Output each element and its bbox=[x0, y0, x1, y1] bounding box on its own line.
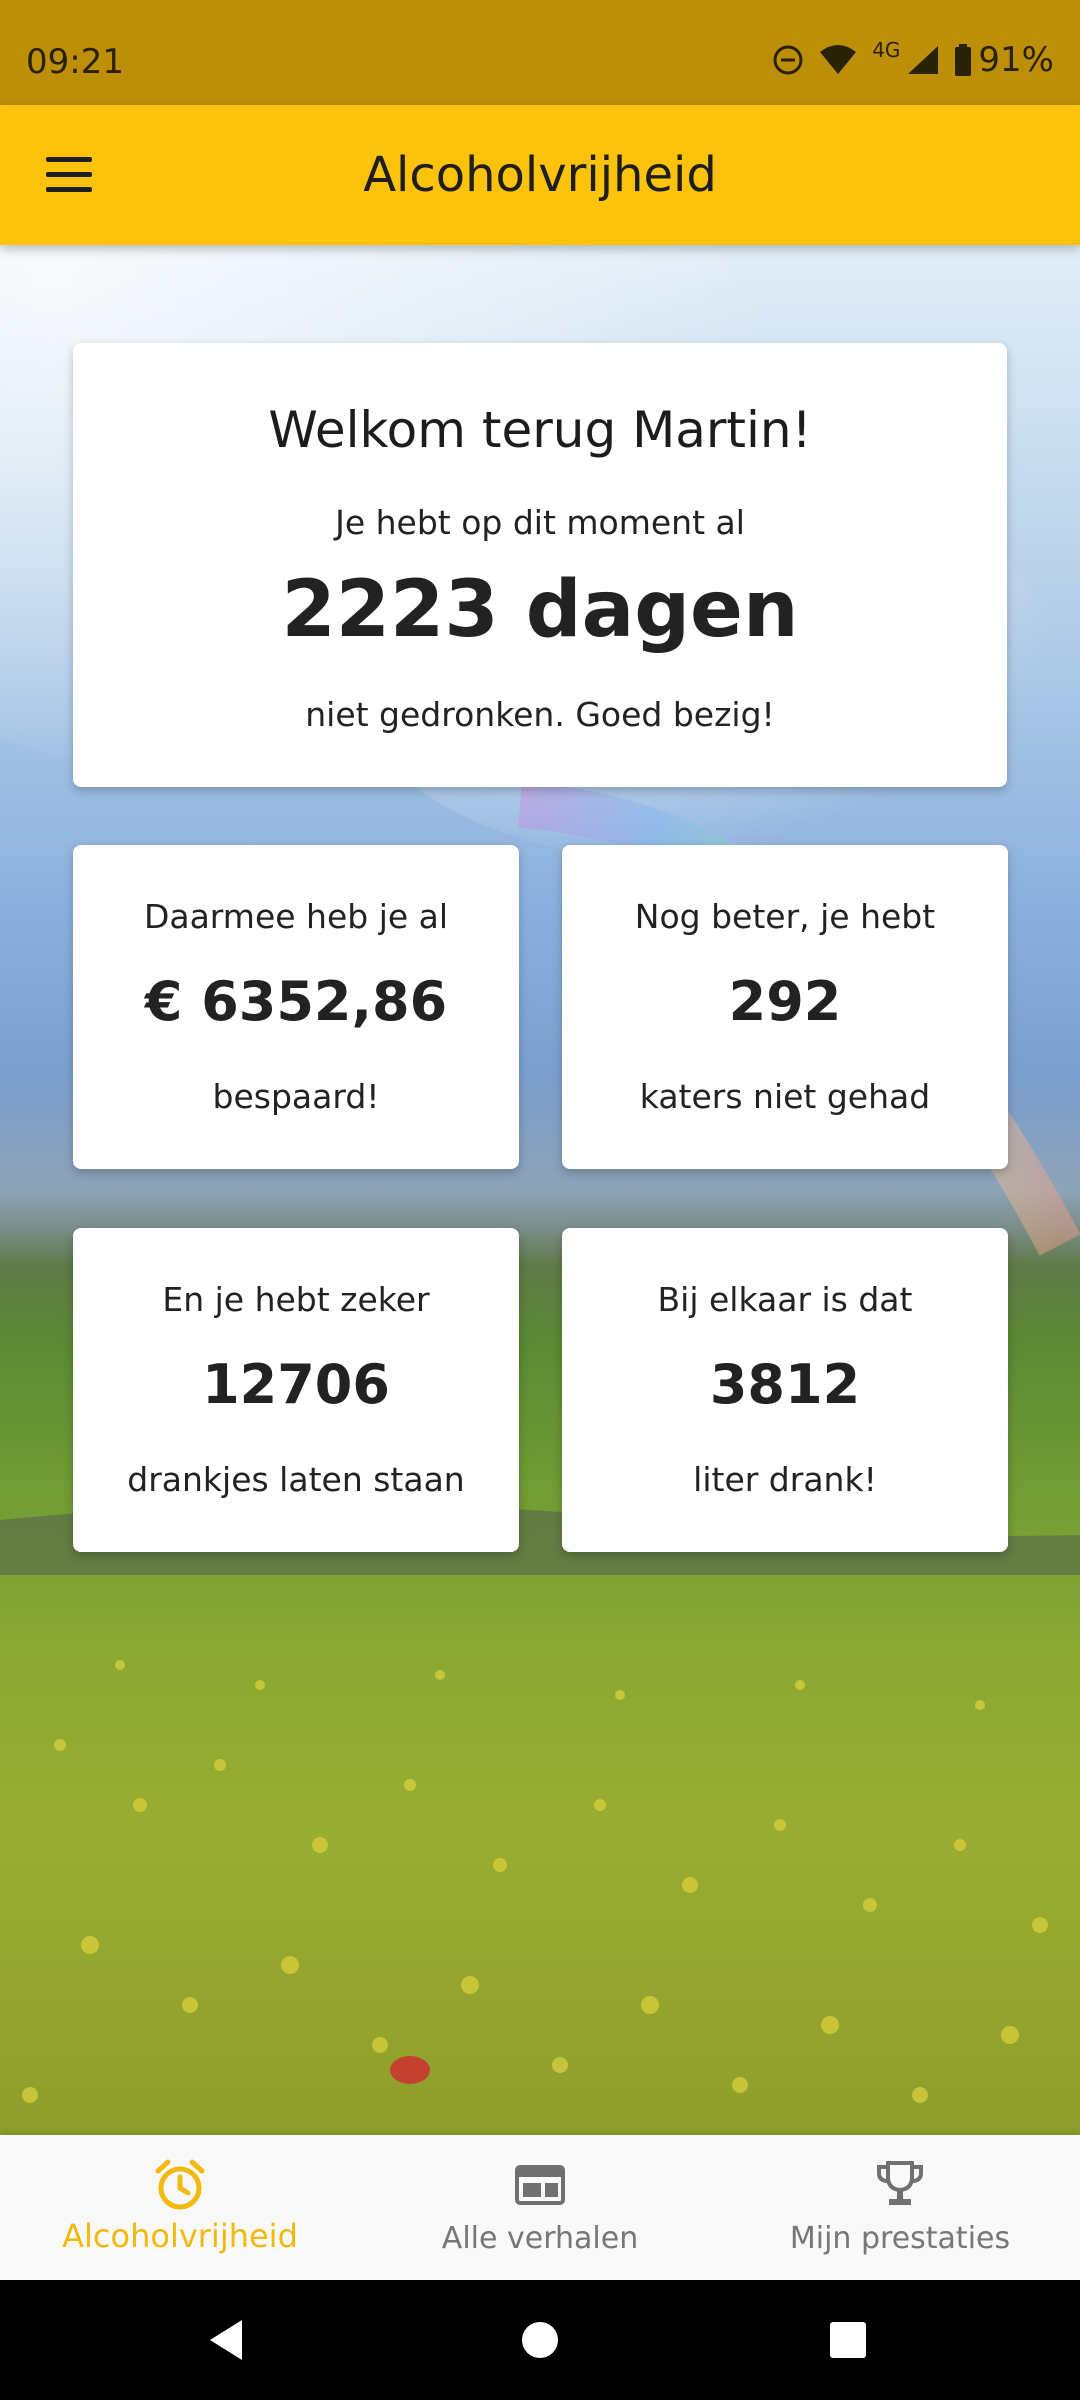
main-content: Welkom terug Martin! Je hebt op dit mome… bbox=[0, 245, 1080, 2135]
stat-intro: Nog beter, je hebt bbox=[634, 897, 936, 936]
web-page-icon bbox=[512, 2157, 568, 2217]
welcome-outro: niet gedronken. Goed bezig! bbox=[305, 695, 775, 734]
app-bar: Alcoholvrijheid bbox=[0, 105, 1080, 245]
nav-label: Alcoholvrijheid bbox=[62, 2217, 298, 2255]
battery-icon bbox=[954, 44, 972, 76]
stat-outro: katers niet gehad bbox=[639, 1077, 931, 1116]
back-icon[interactable] bbox=[206, 2318, 246, 2366]
nav-item-mijn-prestaties[interactable]: Mijn prestaties bbox=[720, 2135, 1080, 2280]
stat-outro: liter drank! bbox=[693, 1460, 877, 1499]
do-not-disturb-icon bbox=[772, 44, 804, 76]
hangovers-card: Nog beter, je hebt 292 katers niet gehad bbox=[562, 845, 1008, 1169]
stat-outro: drankjes laten staan bbox=[127, 1460, 465, 1499]
drinks-skipped-card: En je hebt zeker 12706 drankjes laten st… bbox=[73, 1228, 519, 1552]
status-bar: 09:21 4G 91% bbox=[0, 0, 1080, 105]
status-icons: 4G 91% bbox=[772, 38, 1054, 80]
network-type: 4G bbox=[872, 38, 901, 62]
liters-value: 3812 bbox=[709, 1353, 861, 1416]
nav-item-alle-verhalen[interactable]: Alle verhalen bbox=[360, 2135, 720, 2280]
nav-label: Mijn prestaties bbox=[789, 2221, 1011, 2256]
money-saved-card: Daarmee heb je al € 6352,86 bespaard! bbox=[73, 845, 519, 1169]
page-title: Alcoholvrijheid bbox=[363, 147, 717, 203]
stat-intro: Daarmee heb je al bbox=[143, 897, 449, 936]
signal-icon bbox=[906, 44, 940, 76]
money-saved-value: € 6352,86 bbox=[144, 970, 448, 1033]
stat-intro: En je hebt zeker bbox=[162, 1280, 430, 1319]
recents-icon[interactable] bbox=[828, 2318, 868, 2366]
days-sober-value: 2223 dagen bbox=[281, 565, 799, 655]
stat-intro: Bij elkaar is dat bbox=[657, 1280, 913, 1319]
nav-label: Alle verhalen bbox=[441, 2221, 639, 2256]
trophy-icon bbox=[872, 2157, 928, 2217]
home-icon[interactable] bbox=[520, 2318, 560, 2366]
battery-percentage: 91% bbox=[978, 40, 1054, 80]
status-time: 09:21 bbox=[26, 42, 124, 82]
bottom-navigation: Alcoholvrijheid Alle verhalen Mijn prest… bbox=[0, 2135, 1080, 2280]
system-navigation-bar bbox=[0, 2280, 1080, 2400]
nav-item-alcoholvrijheid[interactable]: Alcoholvrijheid bbox=[0, 2135, 360, 2280]
welcome-intro: Je hebt op dit moment al bbox=[335, 503, 745, 542]
welcome-card: Welkom terug Martin! Je hebt op dit mome… bbox=[73, 343, 1007, 787]
drinks-skipped-value: 12706 bbox=[202, 1353, 390, 1416]
hangovers-value: 292 bbox=[728, 970, 842, 1033]
liters-card: Bij elkaar is dat 3812 liter drank! bbox=[562, 1228, 1008, 1552]
alarm-clock-icon bbox=[152, 2157, 208, 2217]
welcome-title: Welkom terug Martin! bbox=[268, 401, 812, 459]
wifi-icon bbox=[818, 44, 858, 76]
stat-outro: bespaard! bbox=[212, 1077, 380, 1116]
